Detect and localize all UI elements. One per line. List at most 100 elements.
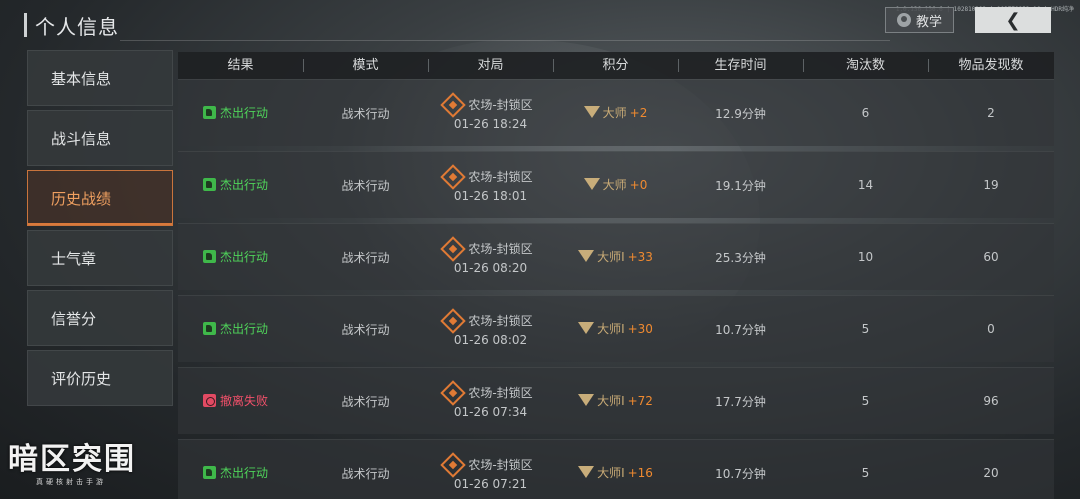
- sidebar-item-basic-info[interactable]: 基本信息: [27, 50, 173, 106]
- rank-chevron-icon: [578, 466, 595, 479]
- survival-time-cell: 25.3分钟: [715, 250, 766, 265]
- map-name: 农场-封锁区: [468, 98, 533, 112]
- table-row[interactable]: 杰出行动 战术行动 农场-封锁区 01-26 08:20 大师I +33 25.3分钟 10 6…: [178, 223, 1054, 290]
- table-header: 结果 模式 对局 积分 生存时间 淘汰数 物品发现数: [178, 52, 1054, 79]
- result-badge: 杰出行动: [202, 176, 268, 193]
- sidebar-item-credit-score[interactable]: 信誉分: [27, 290, 173, 346]
- match-cell: 农场-封锁区 01-26 18:24: [428, 91, 553, 131]
- sidebar: 基本信息 战斗信息 历史战绩 士气章 信誉分 评价历史: [27, 50, 173, 410]
- result-label: 撤离失败: [219, 394, 268, 408]
- outstanding-action-icon: [202, 322, 216, 335]
- table-row[interactable]: 杰出行动 战术行动 农场-封锁区 01-26 18:01 大师 +0 19.1分钟 14 19: [178, 151, 1054, 218]
- sidebar-item-match-history[interactable]: 历史战绩: [27, 170, 173, 226]
- rank-chevron-icon: [583, 106, 600, 119]
- chevron-left-icon: ❮: [1005, 9, 1021, 31]
- tutorial-button[interactable]: 教学: [885, 7, 954, 33]
- table-row[interactable]: 杰出行动 战术行动 农场-封锁区 01-26 18:24 大师 +2 12.9分钟 6 2: [178, 79, 1054, 146]
- score-cell: 大师I +33: [553, 248, 678, 266]
- back-button[interactable]: ❮: [975, 7, 1051, 33]
- column-header-score: 积分: [553, 52, 678, 79]
- column-header-match: 对局: [428, 52, 553, 79]
- score-cell: 大师I +30: [553, 320, 678, 338]
- tutorial-label: 教学: [915, 14, 942, 30]
- header-underline: [120, 40, 890, 41]
- outstanding-action-icon: [202, 178, 216, 191]
- outstanding-action-icon: [202, 106, 216, 119]
- table-body: 杰出行动 战术行动 农场-封锁区 01-26 18:24 大师 +2 12.9分钟 6 2 杰出行…: [178, 79, 1054, 499]
- match-time: 01-26 18:01: [453, 188, 528, 203]
- map-marker-icon: [440, 91, 467, 118]
- page-title: 个人信息: [35, 14, 119, 39]
- score-delta: +33: [627, 249, 653, 264]
- map-marker-icon: [440, 235, 467, 262]
- table-row[interactable]: 杰出行动 战术行动 农场-封锁区 01-26 08:02 大师I +30 10.7分钟 5 0: [178, 295, 1054, 362]
- sidebar-item-morale-badge[interactable]: 士气章: [27, 230, 173, 286]
- extraction-failed-icon: [202, 394, 216, 407]
- column-header-mode: 模式: [303, 52, 428, 79]
- result-badge: 杰出行动: [202, 464, 268, 481]
- result-cell: 杰出行动: [178, 320, 303, 338]
- rank-name: 大师I: [597, 250, 625, 264]
- map-name: 农场-封锁区: [468, 314, 533, 328]
- score-cell: 大师 +2: [553, 104, 678, 122]
- rank-chevron-icon: [583, 178, 600, 191]
- score-delta: +72: [627, 393, 653, 408]
- mode-cell: 战术行动: [341, 394, 390, 409]
- sidebar-item-label: 历史战绩: [51, 189, 112, 208]
- result-cell: 撤离失败: [178, 392, 303, 410]
- user-guide-icon: [896, 13, 911, 27]
- match-time: 01-26 08:02: [453, 332, 528, 347]
- survival-time-cell: 10.7分钟: [715, 322, 766, 337]
- kills-cell: 6: [861, 106, 870, 120]
- outstanding-action-icon: [202, 250, 216, 263]
- map-name: 农场-封锁区: [468, 386, 533, 400]
- map-name: 农场-封锁区: [468, 170, 533, 184]
- match-time: 01-26 07:21: [453, 476, 528, 491]
- items-found-cell: 2: [987, 106, 995, 120]
- sidebar-item-review-history[interactable]: 评价历史: [27, 350, 173, 406]
- survival-time-cell: 12.9分钟: [715, 106, 766, 121]
- sidebar-item-label: 评价历史: [51, 369, 112, 388]
- sidebar-item-label: 基本信息: [51, 69, 112, 88]
- kills-cell: 5: [861, 322, 870, 336]
- title-divider: [24, 13, 27, 37]
- result-label: 杰出行动: [219, 250, 268, 264]
- score-cell: 大师 +0: [553, 176, 678, 194]
- result-cell: 杰出行动: [178, 248, 303, 266]
- kills-cell: 10: [857, 250, 874, 264]
- table-row[interactable]: 撤离失败 战术行动 农场-封锁区 01-26 07:34 大师I +72 17.7分钟 5 96: [178, 367, 1054, 434]
- rank-chevron-icon: [578, 250, 595, 263]
- score-cell: 大师I +72: [553, 392, 678, 410]
- survival-time-cell: 19.1分钟: [715, 178, 766, 193]
- table-row[interactable]: 杰出行动 战术行动 农场-封锁区 01-26 07:21 大师I +16 10.7分钟 5 20: [178, 439, 1054, 499]
- match-time: 01-26 07:34: [453, 404, 528, 419]
- match-cell: 农场-封锁区 01-26 08:02: [428, 307, 553, 347]
- game-logo: 暗区突围 真硬核射击手游: [8, 443, 168, 487]
- map-name: 农场-封锁区: [468, 458, 533, 472]
- result-cell: 杰出行动: [178, 104, 303, 122]
- page-header: 个人信息: [24, 10, 119, 40]
- rank-chevron-icon: [578, 394, 595, 407]
- result-label: 杰出行动: [219, 106, 268, 120]
- logo-subtitle: 真硬核射击手游: [36, 478, 106, 486]
- mode-cell: 战术行动: [341, 178, 390, 193]
- score-delta: +16: [627, 465, 653, 480]
- result-badge: 撤离失败: [202, 392, 268, 409]
- match-time: 01-26 08:20: [453, 260, 528, 275]
- mode-cell: 战术行动: [341, 250, 390, 265]
- map-name: 农场-封锁区: [468, 242, 533, 256]
- result-label: 杰出行动: [219, 178, 268, 192]
- sidebar-item-label: 信誉分: [51, 309, 97, 328]
- outstanding-action-icon: [202, 466, 216, 479]
- mode-cell: 战术行动: [341, 106, 390, 121]
- match-cell: 农场-封锁区 01-26 07:34: [428, 379, 553, 419]
- items-found-cell: 60: [983, 250, 999, 264]
- match-cell: 农场-封锁区 01-26 08:20: [428, 235, 553, 275]
- items-found-cell: 20: [983, 466, 999, 480]
- items-found-cell: 96: [983, 394, 999, 408]
- result-badge: 杰出行动: [202, 320, 268, 337]
- kills-cell: 14: [857, 178, 874, 192]
- sidebar-item-combat-info[interactable]: 战斗信息: [27, 110, 173, 166]
- column-header-kills: 淘汰数: [803, 52, 928, 79]
- result-label: 杰出行动: [219, 466, 268, 480]
